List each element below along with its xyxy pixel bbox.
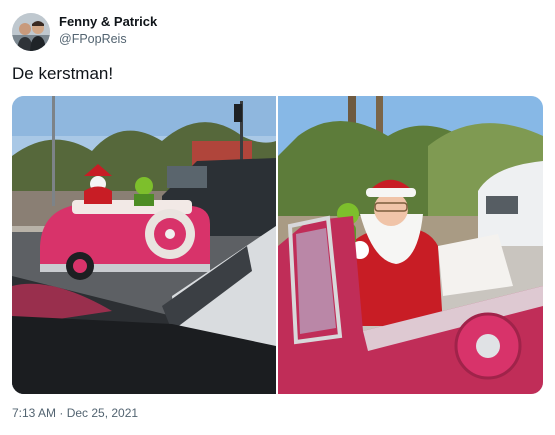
author-name[interactable]: Fenny & Patrick: [59, 14, 157, 29]
photo-right[interactable]: [278, 96, 543, 394]
author-handle[interactable]: @FPopReis: [59, 32, 127, 46]
tweet-text: De kerstman!: [12, 64, 114, 83]
photo-left[interactable]: [12, 96, 276, 394]
tweet-timestamp[interactable]: 7:13 AM · Dec 25, 2021: [12, 406, 138, 420]
media-grid: [12, 96, 543, 394]
avatar[interactable]: [12, 13, 50, 51]
